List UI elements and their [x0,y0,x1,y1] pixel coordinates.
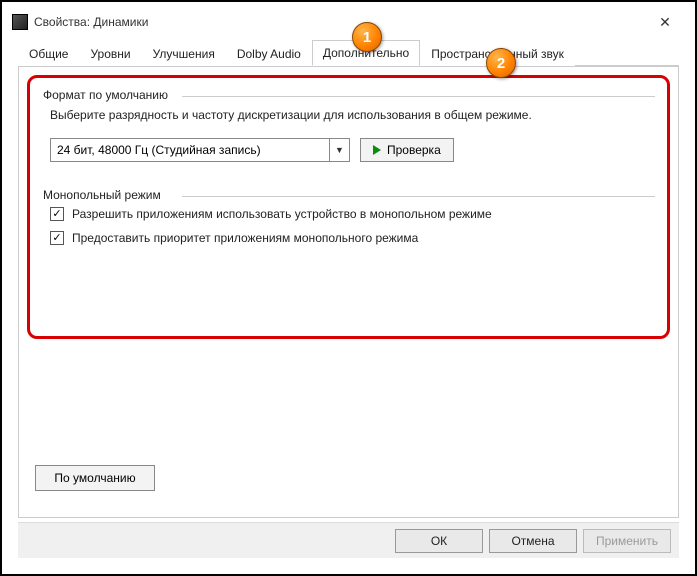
callout-1: 1 [352,22,382,52]
checkbox-row-allow[interactable]: ✓ Разрешить приложениям использовать уст… [50,207,655,221]
window: Свойства: Динамики ✕ Общие Уровни Улучше… [8,8,689,568]
format-combobox[interactable]: 24 бит, 48000 Гц (Студийная запись) ▼ [50,138,350,162]
tab-general[interactable]: Общие [18,40,79,66]
checkbox-priority-exclusive[interactable]: ✓ [50,231,64,245]
format-combobox-value: 24 бит, 48000 Гц (Студийная запись) [57,143,261,157]
tabs: Общие Уровни Улучшения Dolby Audio Допол… [18,38,679,66]
tab-levels[interactable]: Уровни [79,40,141,66]
tab-content: Формат по умолчанию Выберите разрядность… [18,66,679,518]
test-button-label: Проверка [387,143,441,157]
dialog-footer: ОК Отмена Применить [18,522,679,558]
play-icon [373,145,381,155]
window-title: Свойства: Динамики [34,15,645,29]
cancel-button[interactable]: Отмена [489,529,577,553]
divider [182,96,655,97]
speaker-icon [12,14,28,30]
close-icon: ✕ [659,14,671,31]
checkbox-priority-label: Предоставить приоритет приложениям моноп… [72,231,418,245]
close-button[interactable]: ✕ [645,8,685,36]
group-title-default-format: Формат по умолчанию [40,88,171,102]
window-frame: Свойства: Динамики ✕ Общие Уровни Улучше… [0,0,697,576]
checkbox-row-priority[interactable]: ✓ Предоставить приоритет приложениям мон… [50,231,655,245]
test-button[interactable]: Проверка [360,138,454,162]
ok-button[interactable]: ОК [395,529,483,553]
default-format-description: Выберите разрядность и частоту дискретиз… [50,107,655,124]
tab-enhancements[interactable]: Улучшения [142,40,226,66]
tab-dolby[interactable]: Dolby Audio [226,40,312,66]
group-exclusive-mode: Монопольный режим ✓ Разрешить приложения… [42,186,655,245]
checkbox-allow-exclusive[interactable]: ✓ [50,207,64,221]
callout-2: 2 [486,48,516,78]
restore-defaults-button[interactable]: По умолчанию [35,465,155,491]
group-default-format: Формат по умолчанию Выберите разрядность… [42,86,655,162]
checkbox-allow-label: Разрешить приложениям использовать устро… [72,207,492,221]
titlebar: Свойства: Динамики ✕ [8,8,689,36]
apply-button[interactable]: Применить [583,529,671,553]
divider [182,196,655,197]
chevron-down-icon: ▼ [329,139,349,161]
highlight-region: Формат по умолчанию Выберите разрядность… [27,75,670,339]
group-title-exclusive: Монопольный режим [40,188,164,202]
